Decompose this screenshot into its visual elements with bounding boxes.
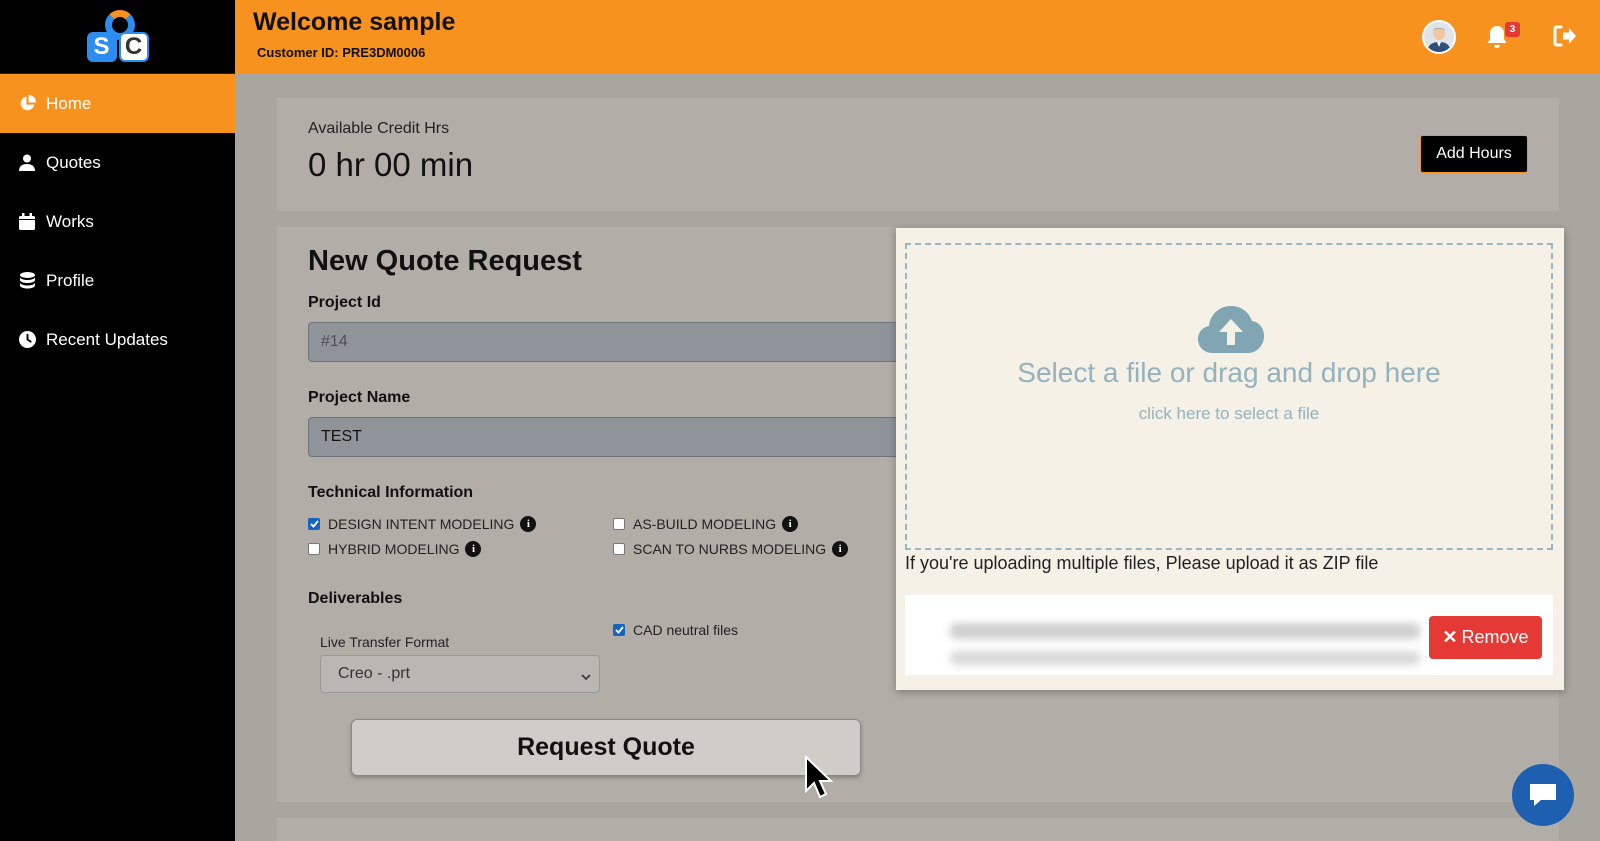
info-icon[interactable]: i — [782, 516, 799, 532]
sidebar-item-profile[interactable]: Profile — [0, 251, 235, 310]
checkbox-label: DESIGN INTENT MODELING — [328, 516, 515, 532]
sidebar-item-label: Recent Updates — [46, 329, 168, 349]
checkbox-label: CAD neutral files — [633, 622, 739, 638]
clock-icon — [18, 331, 36, 349]
design-intent-checkbox[interactable]: DESIGN INTENT MODELING i — [308, 516, 537, 532]
checkbox-label: AS-BUILD MODELING — [633, 516, 777, 532]
project-id-label: Project Id — [308, 294, 381, 311]
sidebar-item-label: Quotes — [46, 152, 101, 172]
checkbox-label: HYBRID MODELING — [328, 541, 460, 557]
checkbox-unchecked[interactable] — [613, 543, 625, 555]
chat-bubble-icon — [1530, 784, 1556, 806]
credit-value: 0 hr 00 min — [308, 146, 474, 183]
blurred-file-name — [950, 623, 1420, 639]
live-transfer-label: Live Transfer Format — [320, 634, 450, 650]
checkbox-unchecked[interactable] — [308, 543, 320, 555]
top-header: Welcome sample Customer ID: PRE3DM0006 3 — [235, 0, 1600, 74]
dropzone-title: Select a file or drag and drop here — [1017, 357, 1441, 388]
file-upload-panel: Select a file or drag and drop here clic… — [896, 228, 1564, 690]
credit-label: Available Credit Hrs — [308, 120, 450, 137]
checkbox-label: SCAN TO NURBS MODELING — [633, 541, 827, 557]
quote-title: New Quote Request — [308, 245, 582, 277]
chevron-down-icon — [581, 668, 591, 681]
info-icon[interactable]: i — [465, 541, 482, 557]
sidebar-item-label: Home — [46, 93, 92, 113]
app-logo[interactable]: S C — [0, 0, 235, 74]
next-panel-edge — [277, 818, 1559, 841]
checkbox-checked[interactable] — [613, 624, 625, 636]
pie-chart-icon — [18, 95, 36, 113]
dropzone-subtitle: click here to select a file — [1138, 404, 1320, 423]
cloud-upload-icon — [1196, 303, 1266, 355]
request-quote-button[interactable]: Request Quote — [351, 719, 861, 776]
scan-to-nurbs-checkbox[interactable]: SCAN TO NURBS MODELING i — [613, 541, 849, 557]
as-build-checkbox[interactable]: AS-BUILD MODELING i — [613, 516, 799, 532]
add-hours-button[interactable]: Add Hours — [1420, 135, 1528, 173]
deliverables-label: Deliverables — [308, 590, 403, 607]
close-icon: ✕ — [1442, 627, 1458, 647]
sidebar: S C Home Quotes Works Profile Recent Upd… — [0, 0, 235, 841]
live-transfer-select[interactable]: Creo - .prt — [320, 655, 600, 693]
user-icon — [18, 154, 36, 172]
sidebar-item-quotes[interactable]: Quotes — [0, 133, 235, 192]
mouse-cursor — [804, 754, 834, 801]
info-icon[interactable]: i — [832, 541, 849, 557]
logout-icon[interactable] — [1553, 25, 1579, 49]
checkbox-unchecked[interactable] — [613, 518, 625, 530]
project-name-label: Project Name — [308, 389, 411, 406]
uploaded-file-row: ✕ Remove — [905, 595, 1553, 675]
logo-mark: S C — [85, 9, 151, 64]
hybrid-checkbox[interactable]: HYBRID MODELING i — [308, 541, 482, 557]
checkbox-checked[interactable] — [308, 518, 320, 530]
calendar-icon — [18, 213, 36, 231]
avatar[interactable] — [1422, 20, 1456, 54]
sidebar-item-label: Works — [46, 211, 94, 231]
remove-file-button[interactable]: ✕ Remove — [1429, 616, 1542, 659]
database-icon — [18, 272, 36, 290]
welcome-title: Welcome sample — [253, 8, 456, 36]
dropzone[interactable]: Select a file or drag and drop here clic… — [905, 243, 1553, 550]
cad-neutral-checkbox[interactable]: CAD neutral files — [613, 622, 738, 638]
blurred-file-detail — [950, 651, 1420, 665]
sidebar-item-works[interactable]: Works — [0, 192, 235, 251]
notification-badge: 3 — [1505, 22, 1520, 37]
technical-info-label: Technical Information — [308, 484, 474, 501]
remove-label: Remove — [1461, 627, 1529, 647]
chat-button[interactable] — [1512, 764, 1574, 826]
select-value: Creo - .prt — [338, 665, 411, 682]
sidebar-item-recent-updates[interactable]: Recent Updates — [0, 310, 235, 369]
sidebar-nav: Home Quotes Works Profile Recent Updates — [0, 74, 235, 369]
sidebar-item-home[interactable]: Home — [0, 74, 235, 133]
sidebar-item-label: Profile — [46, 270, 95, 290]
customer-id: Customer ID: PRE3DM0006 — [257, 45, 426, 60]
info-icon[interactable]: i — [520, 516, 537, 532]
credit-card: Available Credit Hrs 0 hr 00 min Add Hou… — [277, 98, 1559, 211]
zip-note: If you're uploading multiple files, Plea… — [905, 553, 1379, 573]
